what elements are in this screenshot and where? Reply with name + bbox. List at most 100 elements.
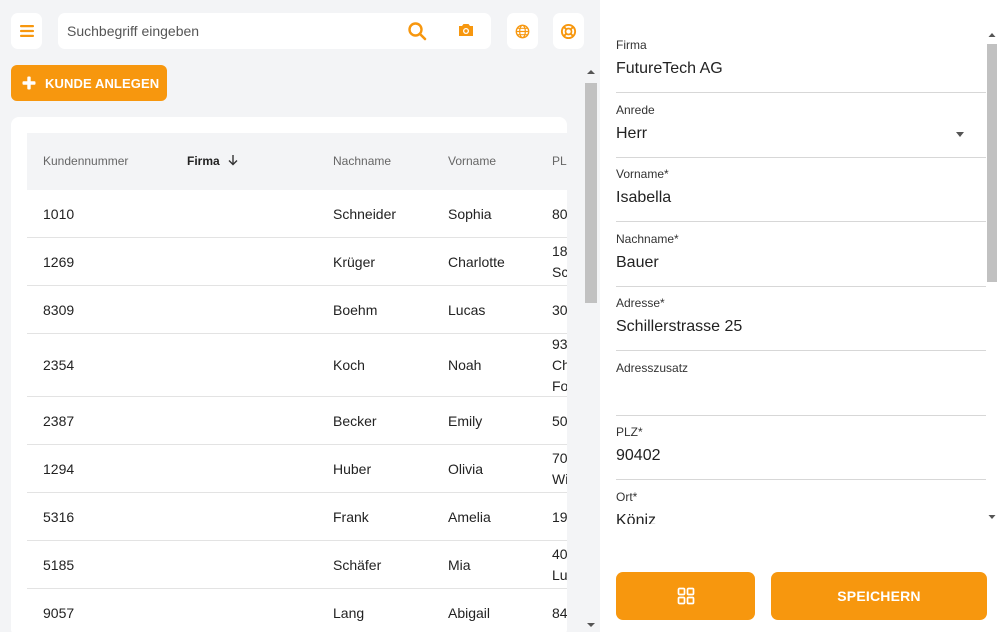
lifebuoy-icon: [560, 23, 577, 39]
customer-form-pane: Firma FutureTech AG Anrede Herr Vorname* Isab…: [600, 0, 998, 632]
form-field[interactable]: Vorname* Isabella: [616, 157, 986, 222]
grid-view-button[interactable]: [616, 572, 755, 620]
customer-list-pane: KUNDE ANLEGEN Kundennummer Firma Nachnam…: [0, 0, 600, 632]
cell-nachname: Schäfer: [333, 556, 382, 573]
form-scrollbar[interactable]: [986, 28, 998, 524]
column-header-firma-label: Firma: [187, 154, 220, 168]
form-field[interactable]: Adresse* Schillerstrasse 25: [616, 286, 986, 351]
customer-form: Firma FutureTech AG Anrede Herr Vorname* Isab…: [616, 28, 986, 524]
form-field-label: Anrede: [616, 102, 655, 117]
grid-icon: [677, 587, 694, 605]
cell-nachname: Huber: [333, 460, 372, 477]
form-field-value[interactable]: Isabella: [616, 189, 946, 207]
table-row[interactable]: 5316 Frank Amelia 19: [27, 493, 567, 541]
cell-plz: 84: [552, 604, 567, 621]
form-field-label: Vorname*: [616, 167, 669, 181]
menu-button[interactable]: [11, 13, 42, 49]
column-header-vorname[interactable]: Vorname: [448, 133, 496, 190]
table-row[interactable]: 2387 Becker Emily 50: [27, 397, 567, 445]
search-bar: [58, 13, 491, 49]
scroll-up-arrow-icon[interactable]: [584, 67, 598, 77]
table-row[interactable]: 1010 Schneider Sophia 80: [27, 190, 567, 238]
cell-nachname: Schneider: [333, 205, 397, 222]
form-field-value[interactable]: Bauer: [616, 254, 946, 272]
cell-vorname: Mia: [448, 556, 471, 573]
cell-nachname: Krüger: [333, 253, 376, 270]
cell-plz: 50: [552, 412, 567, 429]
cell-plz: 70 Wi: [552, 450, 567, 487]
cell-nachname: Koch: [333, 357, 365, 373]
language-button[interactable]: [507, 13, 538, 49]
cell-kundennummer: 1294: [43, 460, 75, 477]
scroll-up-arrow-icon[interactable]: [986, 30, 998, 40]
form-field[interactable]: Anrede Herr: [616, 93, 986, 158]
help-button[interactable]: [553, 13, 584, 49]
form-field-value[interactable]: Herr: [616, 125, 946, 143]
save-button[interactable]: SPEICHERN: [771, 572, 987, 620]
cell-plz: 30: [552, 301, 567, 318]
table-row[interactable]: 8309 Boehm Lucas 30: [27, 286, 567, 334]
form-field[interactable]: Adresszusatz: [616, 351, 986, 416]
form-field[interactable]: PLZ* 90402: [616, 415, 986, 480]
cell-nachname: Lang: [333, 604, 365, 621]
cell-plz: 40 Lu: [552, 546, 567, 583]
cell-plz: 19: [552, 508, 567, 525]
form-field-value[interactable]: 90402: [616, 447, 946, 465]
cell-vorname: Charlotte: [448, 253, 505, 270]
cell-kundennummer: 2354: [43, 357, 75, 373]
form-scrollbar-thumb[interactable]: [987, 44, 997, 282]
form-field-label: Adresszusatz: [616, 360, 689, 375]
form-field-value[interactable]: Schillerstrasse 25: [616, 318, 946, 336]
cell-plz: 80: [552, 205, 567, 222]
cell-vorname: Abigail: [448, 604, 491, 621]
hamburger-icon: [19, 25, 34, 37]
cell-kundennummer: 2387: [43, 412, 75, 429]
cell-kundennummer: 1010: [43, 205, 75, 222]
customer-table: Kundennummer Firma Nachname Vorname PLZ …: [11, 117, 567, 632]
globe-icon: [515, 24, 530, 38]
scroll-down-arrow-icon[interactable]: [584, 620, 598, 630]
add-customer-button[interactable]: KUNDE ANLEGEN: [11, 65, 167, 101]
table-row[interactable]: 2354 Koch Noah 93 Ch Fo: [27, 334, 567, 397]
cell-kundennummer: 5185: [43, 556, 75, 573]
cell-vorname: Lucas: [448, 301, 486, 318]
camera-icon[interactable]: [457, 22, 475, 38]
form-field[interactable]: Nachname* Bauer: [616, 222, 986, 287]
table-header: Kundennummer Firma Nachname Vorname PLZ: [27, 133, 567, 190]
arrow-down-icon: [228, 155, 238, 166]
column-header-nachname[interactable]: Nachname: [333, 133, 391, 190]
column-header-firma[interactable]: Firma: [187, 133, 238, 190]
cell-vorname: Noah: [448, 357, 482, 373]
form-field[interactable]: Firma FutureTech AG: [616, 28, 986, 93]
search-input[interactable]: [67, 23, 397, 39]
cell-plz: 18 Sc: [552, 243, 567, 280]
list-scrollbar[interactable]: [584, 65, 598, 632]
dropdown-arrow-icon[interactable]: [956, 131, 964, 137]
cell-vorname: Olivia: [448, 460, 484, 477]
table-row[interactable]: 5185 Schäfer Mia 40 Lu: [27, 541, 567, 589]
form-field-value[interactable]: FutureTech AG: [616, 60, 946, 78]
add-customer-label: KUNDE ANLEGEN: [45, 75, 160, 91]
column-header-kundennummer[interactable]: Kundennummer: [43, 133, 128, 190]
plus-icon: [22, 76, 36, 90]
table-row[interactable]: 9057 Lang Abigail 84: [27, 589, 567, 632]
cell-vorname: Amelia: [448, 508, 491, 525]
table-row[interactable]: 1269 Krüger Charlotte 18 Sc: [27, 238, 567, 286]
search-icon[interactable]: [407, 21, 427, 41]
cell-nachname: Frank: [333, 508, 369, 525]
form-field-label: PLZ*: [616, 425, 643, 439]
form-field-label: Ort*: [616, 489, 638, 504]
cell-nachname: Becker: [333, 412, 377, 429]
form-field-label: Firma: [616, 38, 647, 52]
cell-kundennummer: 1269: [43, 253, 75, 270]
form-field-value[interactable]: Köniz: [616, 512, 946, 525]
form-field-label: Adresse*: [616, 296, 665, 310]
table-row[interactable]: 1294 Huber Olivia 70 Wi: [27, 445, 567, 493]
form-field[interactable]: Ort* Köniz: [616, 480, 986, 525]
column-header-plz[interactable]: PLZ: [552, 133, 567, 190]
cell-kundennummer: 9057: [43, 604, 75, 621]
cell-plz: 93 Ch Fo: [552, 336, 567, 394]
list-scrollbar-thumb[interactable]: [585, 83, 597, 303]
scroll-down-arrow-icon[interactable]: [986, 512, 998, 522]
cell-kundennummer: 5316: [43, 508, 75, 525]
